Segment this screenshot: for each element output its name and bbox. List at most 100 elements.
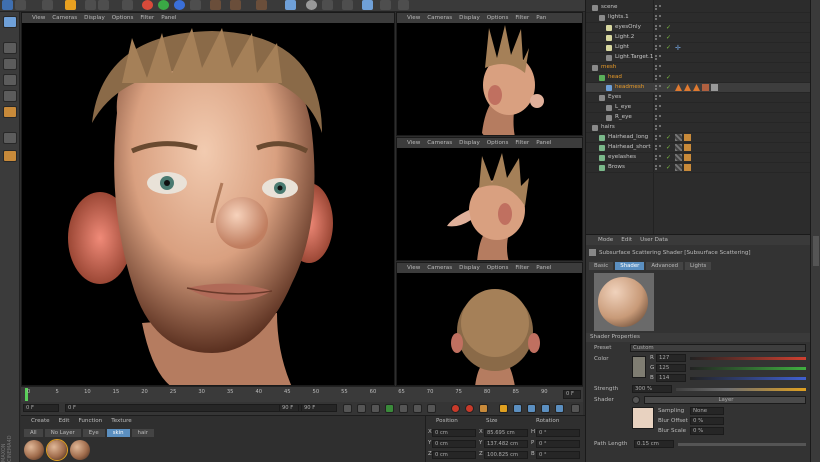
pla-key-icon[interactable] — [555, 404, 564, 413]
enabled-check-icon[interactable]: ✓ — [666, 34, 671, 41]
color-swatch[interactable] — [632, 356, 646, 378]
visibility-dots-icon[interactable] — [655, 55, 663, 61]
cube-primitive-icon[interactable] — [285, 0, 296, 10]
phong-tag-icon[interactable] — [675, 84, 682, 91]
visibility-dots-icon[interactable] — [655, 165, 663, 171]
layer-button[interactable]: Layer — [644, 396, 806, 404]
target-tag-icon[interactable]: ✛ — [675, 44, 682, 52]
sphere-icon[interactable] — [306, 0, 317, 10]
render-view-icon[interactable] — [210, 0, 221, 10]
move-tool-icon[interactable] — [65, 0, 76, 10]
tab-shader[interactable]: Shader — [615, 262, 645, 270]
render-picture-viewer-icon[interactable] — [230, 0, 241, 10]
camera-icon[interactable] — [380, 0, 391, 10]
enabled-check-icon[interactable]: ✓ — [666, 164, 671, 171]
object-row[interactable]: Hairhead_long ✓ — [586, 133, 811, 143]
blur-offset-field[interactable]: 0 % — [690, 417, 724, 425]
parameter-key-icon[interactable] — [541, 404, 550, 413]
array-icon[interactable] — [342, 0, 353, 10]
menu-cameras[interactable]: Cameras — [52, 15, 77, 21]
material-swatch[interactable] — [24, 440, 44, 460]
start-frame-field[interactable]: 0 F — [23, 404, 59, 412]
channel-slider[interactable] — [690, 357, 806, 360]
menu-filter[interactable]: Filter — [515, 265, 529, 271]
path-length-field[interactable]: 0.15 cm — [634, 440, 674, 448]
object-row[interactable]: eyesOnly ✓ — [586, 23, 811, 33]
sampling-dropdown[interactable]: None — [690, 407, 724, 415]
object-row[interactable]: headmesh ✓ — [586, 83, 811, 93]
size-x-field[interactable]: 85.695 cm — [484, 429, 528, 437]
channel-slider[interactable] — [690, 377, 806, 380]
next-key-icon[interactable] — [413, 404, 422, 413]
enabled-check-icon[interactable]: ✓ — [666, 44, 671, 51]
menu-options[interactable]: Options — [487, 140, 509, 146]
menu-cameras[interactable]: Cameras — [427, 265, 452, 271]
nurbs-icon[interactable] — [322, 0, 333, 10]
object-row[interactable]: Light.Target.1 — [586, 53, 811, 63]
object-row[interactable]: hairs — [586, 123, 811, 133]
strength-slider[interactable] — [676, 388, 806, 391]
menu-view[interactable]: View — [407, 15, 420, 21]
visibility-dots-icon[interactable] — [655, 25, 663, 31]
front-viewport[interactable]: View Cameras Display Options Filter Pane… — [396, 262, 583, 386]
hair-tag-icon[interactable] — [684, 134, 691, 141]
object-row[interactable]: Light.2 ✓ — [586, 33, 811, 43]
rotate-tool-icon[interactable] — [98, 0, 109, 10]
menu-filter[interactable]: Filter — [140, 15, 154, 21]
enabled-check-icon[interactable]: ✓ — [666, 84, 671, 91]
tab-skin[interactable]: skin — [106, 429, 130, 437]
position-key-icon[interactable] — [499, 404, 508, 413]
menu-options[interactable]: Options — [487, 15, 509, 21]
hair-material-tag-icon[interactable] — [675, 164, 682, 171]
shader-menu-icon[interactable] — [632, 396, 640, 404]
strength-field[interactable]: 300 % — [632, 385, 672, 393]
y-axis-lock-icon[interactable] — [158, 0, 169, 10]
rotation-b-field[interactable]: 0 ° — [536, 451, 580, 459]
object-row[interactable]: Eyes — [586, 93, 811, 103]
channel-field[interactable]: 114 — [656, 374, 686, 382]
top-viewport[interactable]: View Cameras Display Options Filter Pane… — [396, 137, 583, 261]
menu-options[interactable]: Options — [487, 265, 509, 271]
coordinate-system-icon[interactable] — [190, 0, 201, 10]
preview-end-field[interactable]: 90 F — [279, 404, 299, 412]
phong-tag-icon[interactable] — [684, 84, 691, 91]
menu-view[interactable]: View — [32, 15, 45, 21]
recent-tool-icon[interactable] — [122, 0, 133, 10]
workplane-icon[interactable] — [3, 150, 17, 162]
object-row[interactable]: mesh — [586, 63, 811, 73]
menu-create[interactable]: Create — [31, 418, 50, 424]
tab-no-layer[interactable]: No Layer — [44, 429, 81, 437]
visibility-dots-icon[interactable] — [655, 125, 663, 131]
preview-range-field[interactable]: 0 F — [65, 404, 315, 412]
menu-view[interactable]: View — [407, 140, 420, 146]
previous-frame-icon[interactable] — [371, 404, 380, 413]
material-swatch[interactable] — [46, 439, 68, 461]
object-row[interactable]: Brows ✓ — [586, 163, 811, 173]
go-to-start-icon[interactable] — [343, 404, 352, 413]
menu-filter[interactable]: Filter — [515, 140, 529, 146]
model-mode-icon[interactable] — [3, 16, 17, 28]
preset-dropdown[interactable]: Custom — [630, 344, 806, 352]
object-row[interactable]: R_eye — [586, 113, 811, 123]
polygons-mode-icon[interactable] — [3, 106, 17, 118]
axis-mode-icon[interactable] — [3, 58, 17, 70]
visibility-dots-icon[interactable] — [655, 35, 663, 41]
enabled-check-icon[interactable]: ✓ — [666, 154, 671, 161]
visibility-dots-icon[interactable] — [655, 85, 663, 91]
tab-lights[interactable]: Lights — [685, 262, 712, 270]
visibility-dots-icon[interactable] — [655, 45, 663, 51]
material-swatch[interactable] — [70, 440, 90, 460]
floor-icon[interactable] — [362, 0, 373, 10]
channel-field[interactable]: 125 — [656, 364, 686, 372]
menu-mode[interactable]: Mode — [598, 237, 613, 243]
object-row[interactable]: Light ✓ ✛ — [586, 43, 811, 53]
enabled-check-icon[interactable]: ✓ — [666, 144, 671, 151]
menu-options[interactable]: Options — [112, 15, 134, 21]
visibility-dots-icon[interactable] — [655, 65, 663, 71]
menu-panel[interactable]: Panel — [161, 15, 176, 21]
menu-panel[interactable]: Pan — [536, 15, 546, 21]
tab-eye[interactable]: Eye — [82, 429, 105, 437]
timeline-menu-icon[interactable] — [571, 404, 580, 413]
visibility-dots-icon[interactable] — [655, 145, 663, 151]
play-forward-icon[interactable] — [385, 404, 394, 413]
